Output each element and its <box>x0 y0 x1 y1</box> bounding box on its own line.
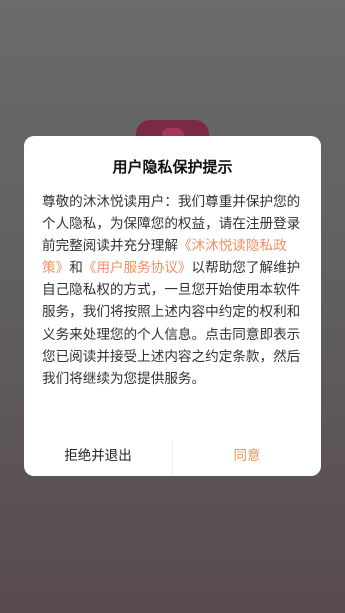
screen: 用户隐私保护提示 尊敬的沐沐悦读用户：我们尊重并保护您的个人隐私，为保障您的权益… <box>0 0 345 613</box>
body-text-rest: 以帮助您了解维护自己隐私权的方式，一旦您开始使用本软件服务，我们将按照上述内容中… <box>42 260 301 387</box>
dialog-title: 用户隐私保护提示 <box>112 158 233 176</box>
body-text-and: 和 <box>69 260 83 277</box>
user-agreement-link[interactable]: 《用户服务协议》 <box>83 260 192 276</box>
agree-button[interactable]: 同意 <box>173 436 321 476</box>
dialog-body: 尊敬的沐沐悦读用户：我们尊重并保护您的个人隐私，为保障您的权益，请在注册登录前完… <box>42 191 305 390</box>
dialog-button-row: 拒绝并退出 同意 <box>24 436 321 476</box>
reject-and-exit-button[interactable]: 拒绝并退出 <box>24 436 172 476</box>
privacy-dialog: 用户隐私保护提示 尊敬的沐沐悦读用户：我们尊重并保护您的个人隐私，为保障您的权益… <box>24 136 321 476</box>
